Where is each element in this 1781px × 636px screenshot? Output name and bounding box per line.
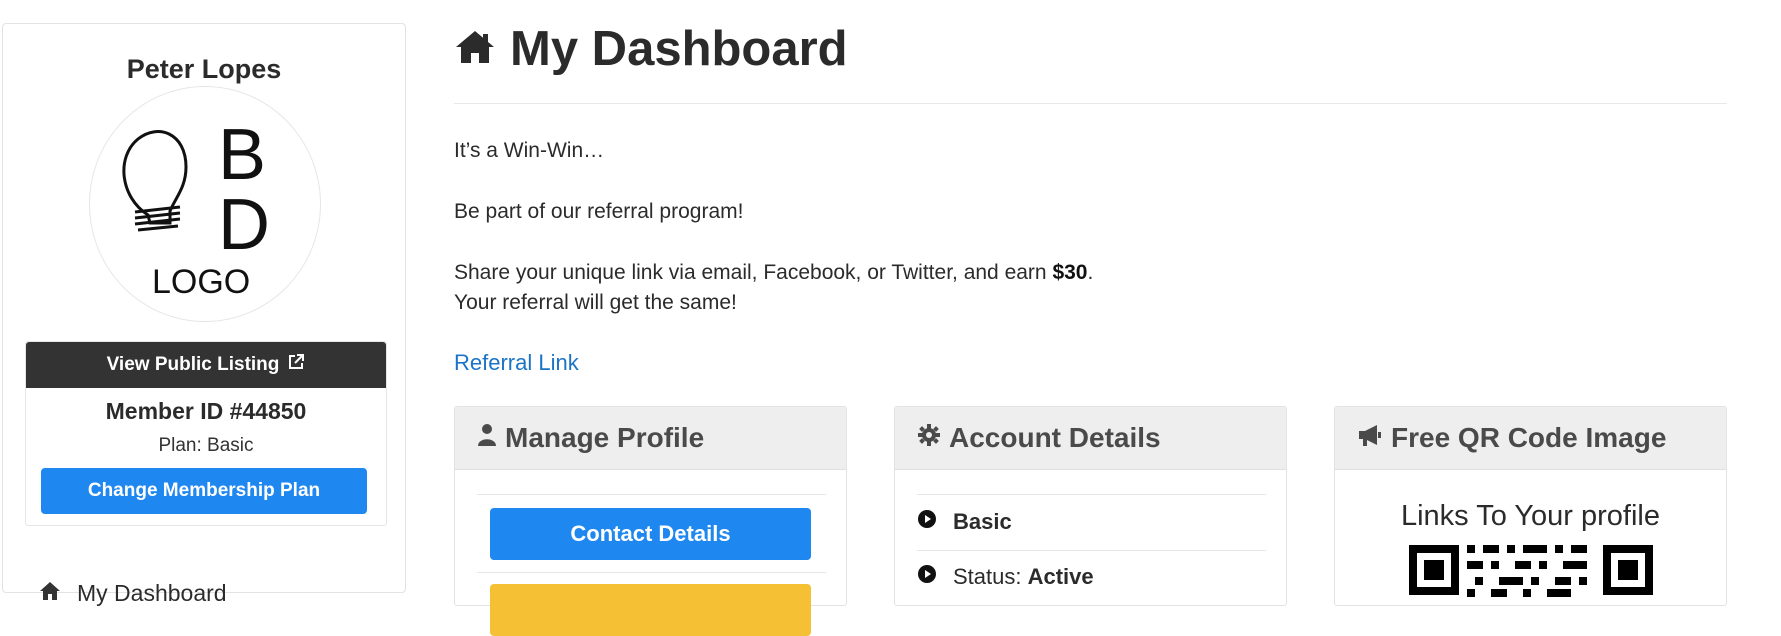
intro-line-4: Your referral will get the same! (454, 291, 737, 314)
contact-details-button[interactable]: Contact Details (490, 508, 811, 560)
membership-panel: View Public Listing Member ID #44850 Pla… (25, 341, 387, 526)
intro-line-1: It’s a Win-Win… (454, 139, 605, 162)
qr-code-image[interactable] (1409, 537, 1653, 602)
logo-word: LOGO (152, 263, 250, 301)
home-icon (454, 21, 496, 77)
status-value: Active (1027, 564, 1094, 589)
status-row: Status: Active (917, 562, 1094, 592)
title-divider (454, 103, 1727, 104)
referral-link[interactable]: Referral Link (454, 350, 579, 376)
plan-value: Basic (953, 509, 1012, 534)
card-title: Manage Profile (505, 422, 705, 453)
plan-label: Plan: Basic (158, 435, 254, 456)
manage-profile-card: Manage Profile Contact Details (454, 406, 847, 636)
qr-code-header: Free QR Code Image (1335, 407, 1726, 470)
gear-icon (917, 422, 941, 454)
intro-line-2: Be part of our referral program! (454, 200, 744, 223)
account-details-header: Account Details (895, 407, 1286, 470)
page-title: My Dashboard (454, 18, 848, 80)
play-circle-icon (917, 564, 937, 590)
logo-letter-b: B (218, 115, 266, 195)
external-link-icon (287, 353, 305, 377)
reward-amount: $30 (1052, 261, 1088, 284)
profile-action-button[interactable] (490, 584, 811, 636)
manage-profile-header: Manage Profile (455, 407, 846, 470)
change-membership-plan-button[interactable]: Change Membership Plan (41, 468, 367, 514)
play-circle-icon (917, 509, 937, 535)
card-title: Free QR Code Image (1391, 422, 1667, 453)
dashboard-main: My Dashboard It’s a Win-Win… Be part of … (454, 0, 1728, 636)
account-details-card: Account Details Basic Status: Active (894, 406, 1287, 606)
divider (477, 494, 826, 495)
sidebar-item-my-dashboard[interactable]: My Dashboard (39, 579, 227, 607)
company-logo[interactable]: B D LOGO (89, 86, 321, 322)
divider (917, 494, 1266, 495)
logo-letter-d: D (218, 185, 270, 265)
member-sidebar: Peter Lopes B D LOGO View Public Listing… (2, 23, 406, 606)
intro-line-3: Share your unique link via email, Facebo… (454, 261, 1094, 284)
card-title: Account Details (949, 422, 1161, 453)
user-icon (477, 422, 497, 454)
qr-caption: Links To Your profile (1400, 500, 1661, 532)
qr-code-card: Free QR Code Image Links To Your profile (1334, 406, 1727, 606)
megaphone-icon (1357, 422, 1383, 454)
divider (917, 550, 1266, 551)
page-title-text: My Dashboard (510, 22, 848, 76)
plan-row: Basic (917, 507, 1012, 537)
member-id: Member ID #44850 (105, 398, 307, 424)
view-public-listing-button[interactable]: View Public Listing (26, 342, 386, 388)
status-label: Status: (953, 564, 1022, 589)
view-listing-label: View Public Listing (106, 354, 280, 375)
member-name: Peter Lopes (126, 54, 282, 84)
divider (477, 572, 826, 573)
